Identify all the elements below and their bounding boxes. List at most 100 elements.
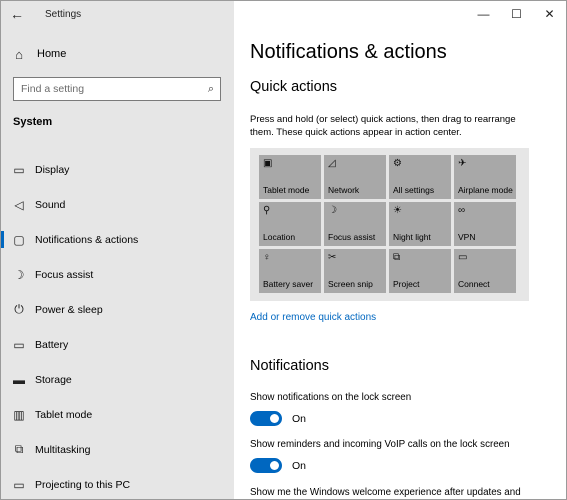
search-input[interactable]: Find a setting ⌕ bbox=[13, 77, 221, 101]
moon-icon: ☽ bbox=[13, 267, 25, 282]
close-icon[interactable]: ✕ bbox=[533, 1, 566, 27]
quick-actions-description: Press and hold (or select) quick actions… bbox=[250, 114, 516, 138]
gear-icon: ⚙ bbox=[393, 158, 402, 169]
tablet-icon: ▥ bbox=[13, 407, 25, 422]
sidebar-item-label: Display bbox=[35, 163, 70, 176]
tile-label: Project bbox=[393, 279, 420, 289]
storage-icon: ▬ bbox=[13, 372, 25, 387]
lock-screen-notifications-toggle[interactable] bbox=[250, 411, 282, 426]
sidebar-item-label: Storage bbox=[35, 373, 72, 386]
sidebar: ← Settings ⌂ Home Find a setting ⌕ Syste… bbox=[1, 1, 234, 499]
sidebar-item-label: Power & sleep bbox=[35, 303, 103, 316]
sidebar-item-notifications[interactable]: ▢ Notifications & actions bbox=[1, 222, 234, 257]
settings-window: ← Settings ⌂ Home Find a setting ⌕ Syste… bbox=[0, 0, 567, 500]
tile-label: VPN bbox=[458, 232, 476, 242]
tile-label: Battery saver bbox=[263, 279, 314, 289]
sidebar-item-power-sleep[interactable]: ⏻ Power & sleep bbox=[1, 292, 234, 327]
sidebar-item-label: Projecting to this PC bbox=[35, 478, 131, 491]
sidebar-item-label: Notifications & actions bbox=[35, 233, 139, 246]
quick-action-screen-snip[interactable]: ✂ Screen snip bbox=[324, 249, 386, 293]
quick-action-all-settings[interactable]: ⚙ All settings bbox=[389, 155, 451, 199]
quick-action-connect[interactable]: ▭ Connect bbox=[454, 249, 516, 293]
tile-label: Airplane mode bbox=[458, 185, 513, 195]
tile-label: Connect bbox=[458, 279, 490, 289]
quick-action-tablet-mode[interactable]: ▣ Tablet mode bbox=[259, 155, 321, 199]
home-label: Home bbox=[37, 48, 67, 60]
search-placeholder: Find a setting bbox=[21, 83, 85, 95]
sidebar-item-label: Tablet mode bbox=[35, 408, 93, 421]
notifications-heading: Notifications bbox=[250, 358, 329, 374]
power-icon: ⏻ bbox=[14, 302, 24, 316]
sidebar-item-storage[interactable]: ▬ Storage bbox=[1, 362, 234, 397]
quick-action-focus-assist[interactable]: ☽ Focus assist bbox=[324, 202, 386, 246]
toggle-knob bbox=[270, 461, 279, 470]
sidebar-item-focus-assist[interactable]: ☽ Focus assist bbox=[1, 257, 234, 292]
tile-label: All settings bbox=[393, 185, 435, 195]
app-title: Settings bbox=[45, 8, 82, 20]
page-title: Notifications & actions bbox=[250, 41, 447, 63]
battery-saver-icon: ♀ bbox=[263, 252, 271, 263]
quick-action-night-light[interactable]: ☀ Night light bbox=[389, 202, 451, 246]
network-icon: ◿ bbox=[328, 158, 336, 169]
sidebar-item-label: Sound bbox=[35, 198, 66, 211]
multitasking-icon: ⧉ bbox=[14, 442, 24, 456]
quick-action-project[interactable]: ⧉ Project bbox=[389, 249, 451, 293]
quick-action-vpn[interactable]: ∞ VPN bbox=[454, 202, 516, 246]
quick-action-airplane-mode[interactable]: ✈ Airplane mode bbox=[454, 155, 516, 199]
battery-icon: ▭ bbox=[13, 337, 25, 352]
voip-lock-screen-toggle-row: On bbox=[250, 458, 306, 473]
add-remove-quick-actions-link[interactable]: Add or remove quick actions bbox=[250, 312, 376, 323]
airplane-icon: ✈ bbox=[458, 158, 467, 169]
tile-label: Location bbox=[263, 232, 296, 242]
welcome-experience-label: Show me the Windows welcome experience a… bbox=[250, 487, 521, 498]
tile-label: Tablet mode bbox=[263, 185, 310, 195]
sidebar-item-home[interactable]: ⌂ Home bbox=[1, 43, 234, 65]
sidebar-item-multitasking[interactable]: ⧉ Multitasking bbox=[1, 432, 234, 467]
quick-actions-panel: ▣ Tablet mode ◿ Network ⚙ All settings ✈… bbox=[250, 148, 529, 301]
lock-screen-notifications-toggle-row: On bbox=[250, 411, 306, 426]
toggle-knob bbox=[270, 414, 279, 423]
sun-icon: ☀ bbox=[393, 205, 402, 216]
quick-actions-grid: ▣ Tablet mode ◿ Network ⚙ All settings ✈… bbox=[259, 155, 516, 293]
projecting-icon: ▭ bbox=[13, 477, 25, 492]
toggle-state-label: On bbox=[292, 459, 307, 472]
notification-icon: ▢ bbox=[13, 232, 25, 247]
tablet-mode-icon: ▣ bbox=[263, 158, 273, 169]
back-arrow-icon[interactable]: ← bbox=[1, 1, 33, 27]
sidebar-item-battery[interactable]: ▭ Battery bbox=[1, 327, 234, 362]
search-icon[interactable]: ⌕ bbox=[208, 83, 214, 96]
location-icon: ⚲ bbox=[263, 205, 271, 216]
sidebar-item-display[interactable]: ▭ Display bbox=[1, 152, 234, 187]
sidebar-item-label: Battery bbox=[35, 338, 69, 351]
minimize-icon[interactable]: — bbox=[467, 1, 500, 27]
sidebar-item-label: Focus assist bbox=[35, 268, 94, 281]
lock-screen-notifications-label: Show notifications on the lock screen bbox=[250, 392, 412, 403]
quick-action-network[interactable]: ◿ Network bbox=[324, 155, 386, 199]
sidebar-item-sound[interactable]: ◁ Sound bbox=[1, 187, 234, 222]
connect-icon: ▭ bbox=[458, 252, 468, 263]
speaker-icon: ◁ bbox=[14, 197, 24, 212]
voip-lock-screen-toggle[interactable] bbox=[250, 458, 282, 473]
scissors-icon: ✂ bbox=[328, 252, 337, 263]
tile-label: Night light bbox=[393, 232, 431, 242]
sidebar-item-projecting[interactable]: ▭ Projecting to this PC bbox=[1, 467, 234, 499]
voip-lock-screen-label: Show reminders and incoming VoIP calls o… bbox=[250, 439, 510, 450]
vpn-icon: ∞ bbox=[458, 205, 466, 216]
section-title: System bbox=[13, 116, 53, 128]
quick-action-battery-saver[interactable]: ♀ Battery saver bbox=[259, 249, 321, 293]
quick-actions-heading: Quick actions bbox=[250, 79, 338, 95]
tile-label: Network bbox=[328, 185, 360, 195]
window-controls: — ☐ ✕ bbox=[467, 1, 566, 27]
home-icon: ⌂ bbox=[15, 46, 23, 62]
toggle-state-label: On bbox=[292, 412, 307, 425]
sidebar-item-label: Multitasking bbox=[35, 443, 91, 456]
maximize-icon[interactable]: ☐ bbox=[500, 1, 533, 27]
tile-label: Screen snip bbox=[328, 279, 373, 289]
moon-icon: ☽ bbox=[328, 205, 337, 216]
quick-action-location[interactable]: ⚲ Location bbox=[259, 202, 321, 246]
titlebar-left: ← Settings bbox=[1, 1, 234, 27]
sidebar-item-tablet-mode[interactable]: ▥ Tablet mode bbox=[1, 397, 234, 432]
project-icon: ⧉ bbox=[393, 252, 401, 263]
display-icon: ▭ bbox=[13, 162, 25, 177]
sidebar-nav: ▭ Display ◁ Sound ▢ Notifications & acti… bbox=[1, 152, 234, 499]
